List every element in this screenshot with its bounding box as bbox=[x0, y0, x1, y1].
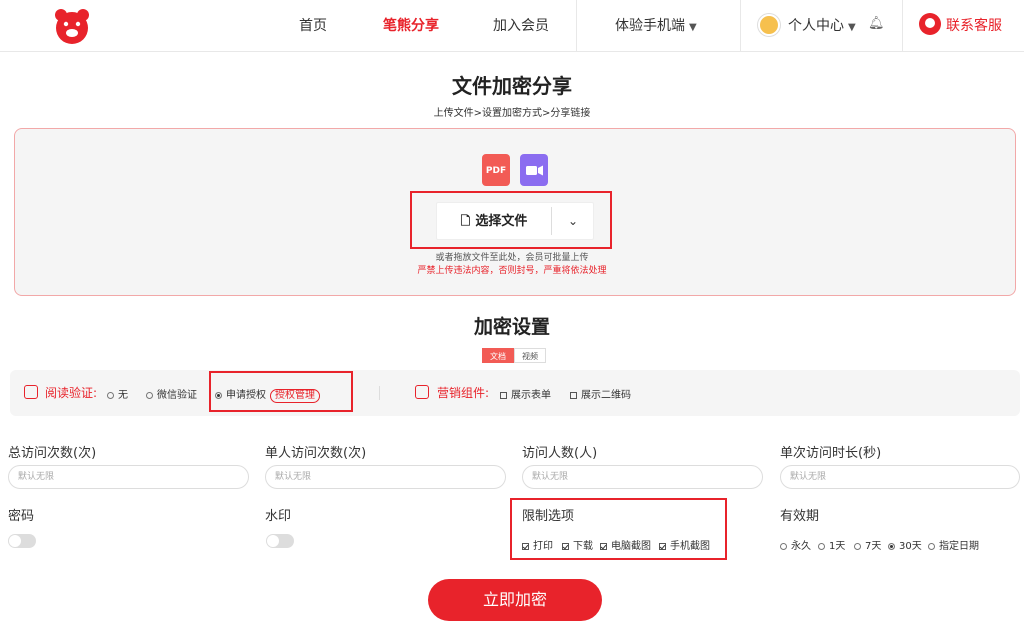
caret-down-icon: ▼ bbox=[689, 22, 697, 33]
single-visits-input[interactable] bbox=[265, 465, 506, 489]
upload-warning: 严禁上传违法内容，否则封号，严重将依法处理 bbox=[417, 266, 607, 276]
video-camera-icon bbox=[526, 165, 543, 176]
bar-divider bbox=[379, 386, 380, 400]
checkbox-pc-screenshot-label: 电脑截图 bbox=[611, 541, 651, 552]
password-label: 密码 bbox=[8, 509, 35, 524]
nav-personal-center[interactable]: 个人中心 ▼ bbox=[788, 0, 856, 52]
radio-permanent-label: 永久 bbox=[791, 541, 811, 552]
watermark-label: 水印 bbox=[265, 509, 292, 524]
nav-divider bbox=[740, 0, 741, 52]
radio-30-days-label: 30天 bbox=[899, 541, 922, 552]
radio-30-days[interactable]: 30天 bbox=[888, 537, 922, 552]
tab-video[interactable]: 视频 bbox=[514, 348, 546, 363]
file-icon: 🗋 bbox=[460, 214, 471, 228]
nav-join-member[interactable]: 加入会员 bbox=[493, 0, 549, 52]
bear-logo-icon[interactable] bbox=[52, 6, 92, 46]
nav-mobile-label: 体验手机端 bbox=[615, 18, 685, 34]
chevron-down-icon[interactable]: ⌄ bbox=[552, 203, 594, 239]
total-visits-label: 总访问次数(次) bbox=[8, 446, 97, 461]
auth-manage-button[interactable]: 授权管理 bbox=[270, 389, 320, 403]
visitors-input[interactable] bbox=[522, 465, 763, 489]
radio-selected-icon bbox=[888, 543, 895, 550]
marketing-label: 营销组件: bbox=[437, 386, 490, 400]
radio-icon bbox=[854, 543, 861, 550]
radio-7-days[interactable]: 7天 bbox=[854, 537, 881, 552]
checkbox-checked-icon bbox=[659, 543, 666, 550]
encrypt-now-button[interactable]: 立即加密 bbox=[428, 579, 602, 621]
radio-none-label: 无 bbox=[118, 390, 128, 401]
checkbox-checked-icon bbox=[562, 543, 569, 550]
checkbox-show-form-label: 展示表单 bbox=[511, 390, 551, 401]
bell-icon[interactable]: 🔔︎ bbox=[868, 16, 885, 31]
duration-input[interactable] bbox=[780, 465, 1020, 489]
limits-label: 限制选项 bbox=[522, 509, 575, 524]
choose-file-button[interactable]: 🗋 选择文件 bbox=[437, 203, 551, 239]
checkbox-show-qrcode[interactable]: 展示二维码 bbox=[570, 386, 631, 401]
visitors-label: 访问人数(人) bbox=[522, 446, 598, 461]
radio-icon bbox=[107, 392, 114, 399]
checkbox-mobile-screenshot[interactable]: 手机截图 bbox=[659, 537, 710, 552]
video-file-icon bbox=[520, 154, 548, 186]
radio-icon bbox=[780, 543, 787, 550]
checkbox-show-form[interactable]: 展示表单 bbox=[500, 386, 551, 401]
step-breadcrumb: 上传文件>设置加密方式>分享链接 bbox=[433, 108, 591, 119]
watermark-toggle[interactable] bbox=[266, 534, 294, 548]
nav-mobile[interactable]: 体验手机端 ▼ bbox=[615, 0, 697, 52]
checkbox-print-label: 打印 bbox=[533, 541, 553, 552]
validity-label: 有效期 bbox=[780, 509, 820, 524]
nav-divider bbox=[902, 0, 903, 52]
radio-icon bbox=[818, 543, 825, 550]
radio-wechat-verify-label: 微信验证 bbox=[157, 390, 197, 401]
nav-home[interactable]: 首页 bbox=[299, 0, 327, 52]
checkbox-icon bbox=[570, 392, 577, 399]
single-visits-label: 单人访问次数(次) bbox=[265, 446, 367, 461]
marketing-icon bbox=[415, 385, 429, 399]
radio-7-days-label: 7天 bbox=[865, 541, 882, 552]
password-toggle[interactable] bbox=[8, 534, 36, 548]
checkbox-download[interactable]: 下载 bbox=[562, 537, 593, 552]
read-verify-label: 阅读验证: bbox=[45, 386, 98, 400]
nav-divider bbox=[576, 0, 577, 52]
avatar[interactable] bbox=[758, 14, 780, 36]
radio-apply-auth-label: 申请授权 bbox=[226, 390, 266, 401]
choose-file-button-group: 🗋 选择文件 ⌄ bbox=[436, 202, 594, 240]
settings-tabs: 文档 视频 bbox=[482, 344, 546, 363]
page-title: 文件加密分享 bbox=[452, 74, 572, 98]
radio-apply-auth[interactable]: 申请授权 授权管理 bbox=[215, 386, 320, 403]
radio-selected-icon bbox=[215, 392, 222, 399]
radio-1-day-label: 1天 bbox=[829, 541, 846, 552]
radio-icon bbox=[928, 543, 935, 550]
radio-none[interactable]: 无 bbox=[107, 386, 128, 401]
nav-contact-service[interactable]: 联系客服 bbox=[946, 0, 1002, 52]
nav-bixiong-share[interactable]: 笔熊分享 bbox=[383, 0, 439, 52]
checkbox-pc-screenshot[interactable]: 电脑截图 bbox=[600, 537, 651, 552]
radio-permanent[interactable]: 永久 bbox=[780, 537, 811, 552]
radio-1-day[interactable]: 1天 bbox=[818, 537, 845, 552]
settings-title: 加密设置 bbox=[473, 316, 550, 338]
upload-hint: 或者拖放文件至此处，会员可批量上传 bbox=[435, 253, 589, 263]
duration-label: 单次访问时长(秒) bbox=[780, 446, 882, 461]
radio-custom-date-label: 指定日期 bbox=[939, 541, 979, 552]
choose-file-label: 选择文件 bbox=[475, 214, 528, 229]
checkbox-checked-icon bbox=[522, 543, 529, 550]
total-visits-input[interactable] bbox=[8, 465, 249, 489]
radio-custom-date[interactable]: 指定日期 bbox=[928, 537, 979, 552]
caret-down-icon: ▼ bbox=[848, 22, 856, 33]
checkbox-checked-icon bbox=[600, 543, 607, 550]
checkbox-icon bbox=[500, 392, 507, 399]
pdf-file-icon: PDF bbox=[482, 154, 510, 186]
top-nav: 首页 笔熊分享 加入会员 体验手机端 ▼ 个人中心 ▼ 🔔︎ 联系客服 bbox=[0, 0, 1024, 52]
read-verify-icon bbox=[24, 385, 38, 399]
radio-wechat-verify[interactable]: 微信验证 bbox=[146, 386, 197, 401]
radio-icon bbox=[146, 392, 153, 399]
checkbox-mobile-screenshot-label: 手机截图 bbox=[670, 541, 710, 552]
tab-document[interactable]: 文档 bbox=[482, 348, 514, 363]
checkbox-download-label: 下载 bbox=[573, 541, 593, 552]
checkbox-show-qrcode-label: 展示二维码 bbox=[581, 390, 631, 401]
checkbox-print[interactable]: 打印 bbox=[522, 537, 553, 552]
customer-service-icon[interactable] bbox=[919, 13, 941, 35]
nav-personal-center-label: 个人中心 bbox=[788, 18, 844, 34]
